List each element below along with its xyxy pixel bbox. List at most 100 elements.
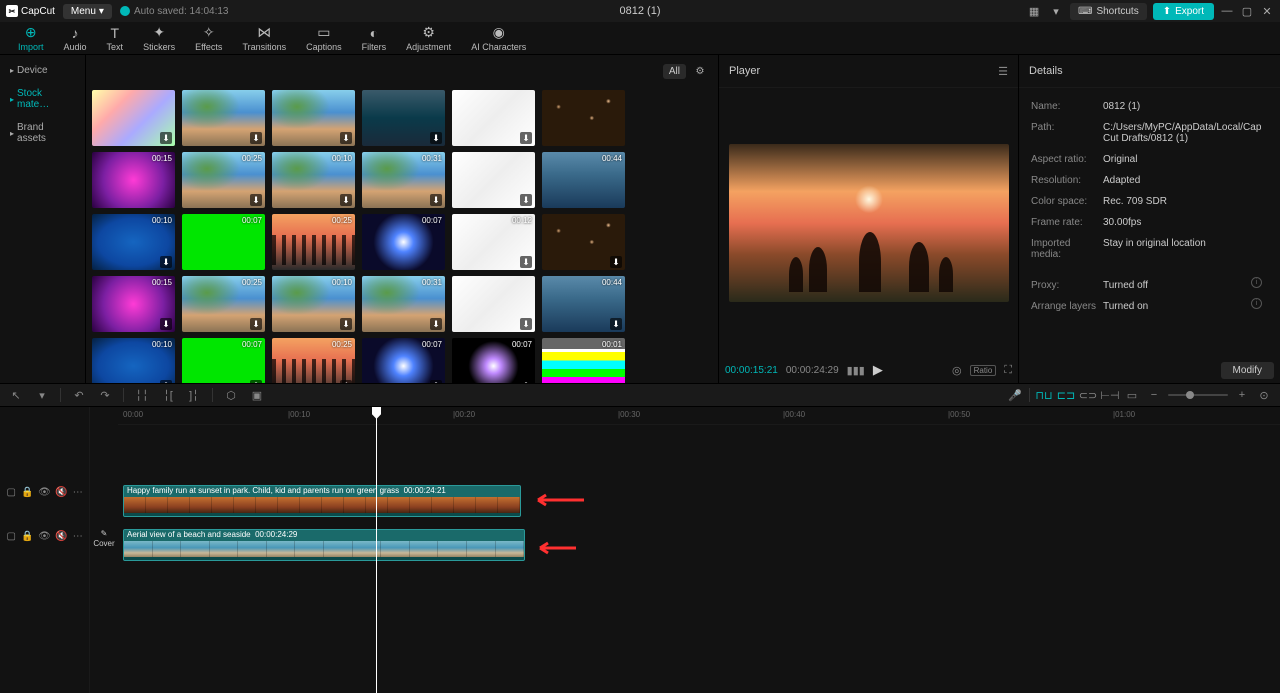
tab-text[interactable]: TText (97, 23, 134, 54)
download-icon[interactable]: ⬇ (430, 132, 442, 144)
split-tool[interactable]: ╎╎ (134, 387, 150, 403)
filter-icon[interactable]: ⚙ (692, 64, 708, 80)
timeline-tracks-area[interactable]: 00:00|00:10|00:20|00:30|00:40|00:50|01:0… (118, 407, 1280, 693)
tab-effects[interactable]: ✧Effects (185, 23, 232, 54)
download-icon[interactable]: ⬇ (160, 380, 172, 383)
mute-icon[interactable]: 🔇 (56, 530, 68, 542)
media-thumbnail[interactable]: 00:07 (182, 214, 265, 270)
snap-tool[interactable]: ⊂⊃ (1080, 387, 1096, 403)
mic-icon[interactable]: 🎤 (1007, 387, 1023, 403)
media-thumbnail[interactable]: 00:07⬇ (362, 338, 445, 383)
eye-icon[interactable]: 👁 (39, 486, 51, 498)
align-tool[interactable]: ⊢⊣ (1102, 387, 1118, 403)
timeline-clip-1[interactable]: Happy family run at sunset in park. Chil… (123, 485, 521, 517)
media-thumbnail[interactable]: 00:07 (362, 214, 445, 270)
timeline-ruler[interactable]: 00:00|00:10|00:20|00:30|00:40|00:50|01:0… (118, 407, 1280, 425)
sidebar-item-brandassets[interactable]: ▸Brand assets (0, 116, 85, 150)
media-thumbnail[interactable]: ⬇ (362, 90, 445, 146)
crop-tool[interactable]: ▣ (249, 387, 265, 403)
all-filter-button[interactable]: All (663, 64, 686, 79)
download-icon[interactable]: ⬇ (520, 256, 532, 268)
media-thumbnail[interactable]: 00:10⬇ (92, 214, 175, 270)
media-thumbnail[interactable]: 00:01 (542, 338, 625, 383)
lock-icon[interactable]: 🔒 (22, 486, 34, 498)
sidebar-item-stockmate[interactable]: ▸Stock mate… (0, 82, 85, 116)
media-thumbnail[interactable]: 00:07⬇ (452, 338, 535, 383)
volume-icon[interactable]: ▮▮▮ (847, 364, 865, 377)
cover-button[interactable]: ✎ Cover (90, 529, 118, 548)
media-thumbnail[interactable]: ⬇ (92, 90, 175, 146)
download-icon[interactable]: ⬇ (520, 318, 532, 330)
media-thumbnail[interactable]: 00:25⬇ (182, 276, 265, 332)
player-menu-icon[interactable]: ☰ (998, 65, 1008, 78)
download-icon[interactable]: ⬇ (340, 318, 352, 330)
media-grid[interactable]: ⬇⬇⬇⬇⬇00:1500:25⬇00:10⬇00:31⬇⬇00:4400:10⬇… (86, 88, 718, 383)
sidebar-item-device[interactable]: ▸Device (0, 59, 85, 82)
menu-button[interactable]: Menu ▾ (63, 4, 112, 19)
lock-icon[interactable]: 🔒 (22, 530, 34, 542)
playhead[interactable] (376, 407, 377, 693)
chevron-down-icon[interactable]: ▾ (1048, 3, 1064, 19)
tab-import[interactable]: ⊕Import (8, 23, 54, 54)
redo-button[interactable]: ↷ (97, 387, 113, 403)
media-thumbnail[interactable]: 00:44 (542, 152, 625, 208)
download-icon[interactable]: ⬇ (160, 256, 172, 268)
download-icon[interactable]: ⬇ (430, 380, 442, 383)
zoom-slider[interactable] (1168, 394, 1228, 396)
zoom-in-icon[interactable]: + (1234, 387, 1250, 403)
download-icon[interactable]: ⬇ (430, 318, 442, 330)
fullscreen-icon[interactable]: ⛶ (1004, 364, 1012, 377)
info-icon[interactable]: i (1251, 298, 1262, 309)
zoom-fit-icon[interactable]: ⊙ (1256, 387, 1272, 403)
download-icon[interactable]: ⬇ (250, 318, 262, 330)
play-button[interactable]: ▶ (873, 362, 883, 378)
media-thumbnail[interactable] (542, 90, 625, 146)
media-thumbnail[interactable]: ⬇ (272, 90, 355, 146)
media-thumbnail[interactable]: ⬇ (542, 214, 625, 270)
layout-icon[interactable]: ▦ (1026, 3, 1042, 19)
download-icon[interactable]: ⬇ (250, 380, 262, 383)
media-thumbnail[interactable]: 00:31⬇ (362, 276, 445, 332)
media-thumbnail[interactable]: ⬇ (452, 90, 535, 146)
media-thumbnail[interactable]: 00:25⬇ (182, 152, 265, 208)
more-icon[interactable]: ⋯ (73, 486, 84, 498)
info-icon[interactable]: i (1251, 277, 1262, 288)
media-thumbnail[interactable]: 00:10⬇ (272, 152, 355, 208)
tab-ai-characters[interactable]: ◉AI Characters (461, 23, 536, 54)
media-thumbnail[interactable]: ⬇ (452, 152, 535, 208)
tab-filters[interactable]: ◐Filters (352, 23, 397, 54)
media-thumbnail[interactable]: ⬇ (182, 90, 265, 146)
media-thumbnail[interactable]: 00:25⬇ (272, 338, 355, 383)
download-icon[interactable]: ⬇ (430, 194, 442, 206)
tab-stickers[interactable]: ✦Stickers (133, 23, 185, 54)
preview-tool[interactable]: ▭ (1124, 387, 1140, 403)
media-thumbnail[interactable]: 00:10⬇ (272, 276, 355, 332)
download-icon[interactable]: ⬇ (250, 132, 262, 144)
media-thumbnail[interactable]: ⬇ (452, 276, 535, 332)
marker-tool[interactable]: ⬡ (223, 387, 239, 403)
media-thumbnail[interactable]: 00:31⬇ (362, 152, 445, 208)
split-right-tool[interactable]: ]╎ (186, 387, 202, 403)
tab-adjustment[interactable]: ⚙Adjustment (396, 23, 461, 54)
split-left-tool[interactable]: ╎[ (160, 387, 176, 403)
download-icon[interactable]: ⬇ (250, 194, 262, 206)
magnet-tool[interactable]: ⊓⊔ (1036, 387, 1052, 403)
undo-button[interactable]: ↶ (71, 387, 87, 403)
export-button[interactable]: ⬆ Export (1153, 3, 1214, 20)
minimize-button[interactable]: — (1220, 4, 1234, 18)
media-thumbnail[interactable]: 00:15⬇ (92, 276, 175, 332)
track-toggle-icon[interactable]: ▢ (6, 530, 17, 542)
media-thumbnail[interactable]: 00:25 (272, 214, 355, 270)
tab-captions[interactable]: ▭Captions (296, 23, 352, 54)
eye-icon[interactable]: 👁 (39, 530, 51, 542)
download-icon[interactable]: ⬇ (340, 194, 352, 206)
link-tool[interactable]: ⊏⊐ (1058, 387, 1074, 403)
crop-icon[interactable]: ◎ (952, 364, 962, 377)
more-icon[interactable]: ⋯ (73, 530, 84, 542)
download-icon[interactable]: ⬇ (610, 256, 622, 268)
download-icon[interactable]: ⬇ (340, 380, 352, 383)
media-thumbnail[interactable]: 00:07⬇ (182, 338, 265, 383)
media-thumbnail[interactable]: 00:44⬇ (542, 276, 625, 332)
modify-button[interactable]: Modify (1221, 362, 1274, 379)
pointer-tool[interactable]: ↖ (8, 387, 24, 403)
